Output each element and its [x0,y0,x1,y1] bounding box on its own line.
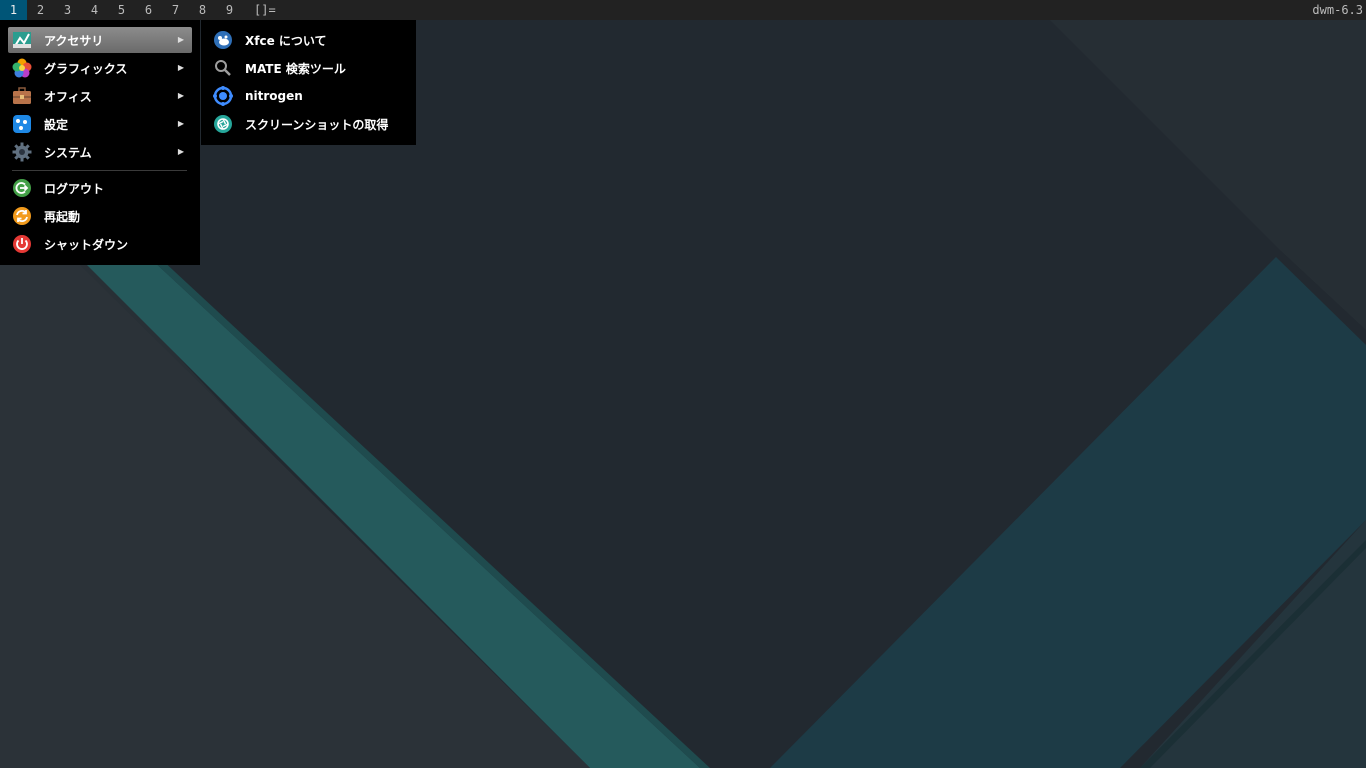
accessories-submenu: Xfce について MATE 検索ツール nitrogen スクリーンショットの… [201,20,416,145]
tag-3[interactable]: 3 [54,0,81,20]
menu-item-label: 設定 [44,117,69,132]
menu-item-shutdown[interactable]: シャットダウン [8,231,192,257]
tag-1[interactable]: 1 [0,0,27,20]
accessories-icon [12,30,32,50]
tag-5[interactable]: 5 [108,0,135,20]
status-text: dwm-6.3 [1312,3,1363,17]
submenu-item-label: nitrogen [245,89,303,103]
menu-item-label: グラフィックス [44,61,128,76]
submenu-arrow-icon: ▶ [177,91,184,100]
menu-separator [12,170,187,171]
nitrogen-icon [213,86,233,106]
submenu-arrow-icon: ▶ [177,147,184,156]
settings-icon [12,114,32,134]
menu-item-label: システム [44,145,92,160]
submenu-arrow-icon: ▶ [177,35,184,44]
logout-icon [12,178,32,198]
shutdown-icon [12,234,32,254]
menu-item-logout[interactable]: ログアウト [8,175,192,201]
tag-8[interactable]: 8 [189,0,216,20]
desktop: 1 2 3 4 5 6 7 8 9 []= dwm-6.3 アクセサリ ▶ グラ… [0,0,1366,768]
menu-item-system[interactable]: システム ▶ [8,139,192,165]
menu-item-restart[interactable]: 再起動 [8,203,192,229]
menu-item-label: ログアウト [44,181,105,196]
menu-item-graphics[interactable]: グラフィックス ▶ [8,55,192,81]
submenu-item-label: MATE 検索ツール [245,61,346,76]
menu-item-accessories[interactable]: アクセサリ ▶ [8,27,192,53]
tag-6[interactable]: 6 [135,0,162,20]
submenu-item-label: Xfce について [245,33,327,48]
submenu-item-mate-search[interactable]: MATE 検索ツール [209,55,408,81]
xfce-mouse-icon [213,30,233,50]
tag-9[interactable]: 9 [216,0,243,20]
menu-item-office[interactable]: オフィス ▶ [8,83,192,109]
submenu-arrow-icon: ▶ [177,119,184,128]
submenu-item-label: スクリーンショットの取得 [245,117,389,132]
graphics-icon [12,58,32,78]
submenu-item-nitrogen[interactable]: nitrogen [209,83,408,109]
tag-7[interactable]: 7 [162,0,189,20]
tag-2[interactable]: 2 [27,0,54,20]
tag-4[interactable]: 4 [81,0,108,20]
menu-item-label: シャットダウン [44,237,129,252]
main-menu: アクセサリ ▶ グラフィックス ▶ オフィス ▶ 設定 ▶ システム ▶ ログア… [0,20,200,265]
screenshot-icon [213,114,233,134]
top-bar: 1 2 3 4 5 6 7 8 9 []= dwm-6.3 [0,0,1366,20]
submenu-item-about-xfce[interactable]: Xfce について [209,27,408,53]
menu-item-settings[interactable]: 設定 ▶ [8,111,192,137]
menu-item-label: 再起動 [44,209,81,224]
restart-icon [12,206,32,226]
menu-item-label: アクセサリ [44,33,104,48]
layout-symbol[interactable]: []= [254,0,276,20]
search-icon [213,58,233,78]
submenu-item-screenshot[interactable]: スクリーンショットの取得 [209,111,408,137]
submenu-arrow-icon: ▶ [177,63,184,72]
system-gear-icon [12,142,32,162]
office-icon [12,86,32,106]
menu-item-label: オフィス [44,89,92,104]
